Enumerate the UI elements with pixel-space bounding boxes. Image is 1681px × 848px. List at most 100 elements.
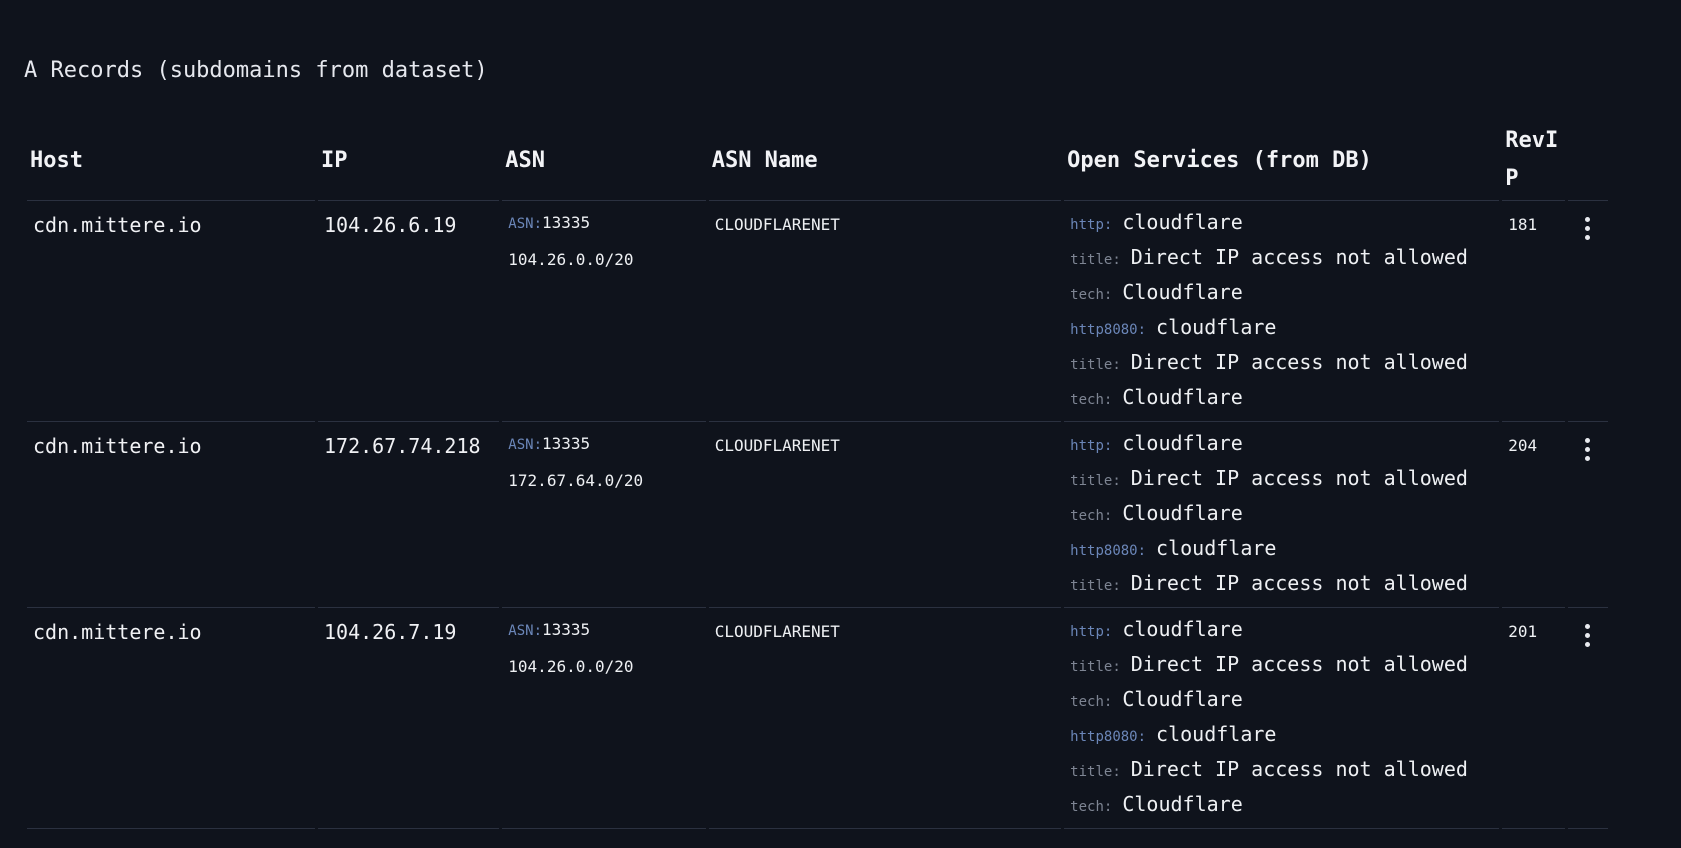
asn-name-cell: CLOUDFLARENET [708,201,1062,422]
actions-cell [1567,422,1608,608]
table-body: cdn.mittere.io 104.26.6.19 ASN:13335 104.26… [27,201,1608,829]
service-value: Cloudflare [1122,385,1243,409]
service-key: http: [1070,438,1113,454]
service-key: tech: [1070,799,1113,815]
service-value: cloudflare [1156,536,1277,560]
host-name[interactable]: cdn.mittere.io [33,213,202,237]
service-value: cloudflare [1156,722,1277,746]
service-key: title: [1070,659,1121,675]
kebab-dot [1585,633,1591,638]
services-list: http: cloudflare title: Direct IP access no… [1070,612,1493,822]
ip-address[interactable]: 172.67.74.218 [324,434,481,458]
asn-number: 13335 [542,213,591,232]
service-value: cloudflare [1122,431,1243,455]
revip-count: 204 [1508,436,1538,455]
service-value: Direct IP access not allowed [1130,466,1468,490]
service-entry: http: cloudflare [1070,205,1493,240]
asn-cidr: 104.26.0.0/20 [508,657,634,676]
service-key: title: [1070,473,1121,489]
column-header-ip[interactable]: IP [318,120,500,201]
actions-cell [1567,201,1608,422]
asn-cidr: 172.67.64.0/20 [508,471,644,490]
ip-cell: 172.67.74.218 [318,422,500,608]
service-value: cloudflare [1156,315,1277,339]
table-header-row: Host IP ASN ASN Name Open Services (from… [27,120,1608,201]
service-key: http: [1070,624,1113,640]
ip-address[interactable]: 104.26.7.19 [324,620,456,644]
asn-name: CLOUDFLARENET [714,622,840,641]
service-entry: title: Direct IP access not allowed [1070,461,1493,496]
host-cell: cdn.mittere.io [27,608,316,829]
column-header-asn-name[interactable]: ASN Name [708,120,1062,201]
service-key: http8080: [1070,729,1147,745]
asn-cell: ASN:13335 172.67.64.0/20 [502,422,706,608]
column-header-actions [1567,120,1608,201]
kebab-dot [1585,624,1591,629]
kebab-dot [1585,235,1591,240]
ip-address[interactable]: 104.26.6.19 [324,213,456,237]
revip-count: 201 [1508,622,1538,641]
service-entry: title: Direct IP access not allowed [1070,240,1493,275]
kebab-dot [1585,456,1591,461]
service-entry: title: Direct IP access not allowed [1070,647,1493,682]
column-header-asn[interactable]: ASN [502,120,706,201]
service-value: Direct IP access not allowed [1130,757,1468,781]
ip-cell: 104.26.6.19 [318,201,500,422]
more-vertical-icon[interactable] [1580,217,1596,240]
service-value: Cloudflare [1122,501,1243,525]
asn-line: ASN:13335 [508,426,699,463]
asn-name-cell: CLOUDFLARENET [708,422,1062,608]
column-header-host[interactable]: Host [27,120,316,201]
asn-line: ASN:13335 [508,205,699,242]
asn-label: ASN: [508,437,542,453]
service-entry: title: Direct IP access not allowed [1070,566,1493,601]
host-cell: cdn.mittere.io [27,422,316,608]
service-entry: tech: Cloudflare [1070,380,1493,415]
more-vertical-icon[interactable] [1580,438,1596,461]
service-value: cloudflare [1122,210,1243,234]
host-name[interactable]: cdn.mittere.io [33,434,202,458]
service-value: Cloudflare [1122,280,1243,304]
service-entry: title: Direct IP access not allowed [1070,345,1493,380]
service-value: Direct IP access not allowed [1130,652,1468,676]
kebab-dot [1585,226,1591,231]
revip-count: 181 [1508,215,1538,234]
service-key: tech: [1070,392,1113,408]
service-key: title: [1070,578,1121,594]
actions-cell [1567,608,1608,829]
column-header-open-services[interactable]: Open Services (from DB) [1064,120,1500,201]
service-key: title: [1070,357,1121,373]
asn-label: ASN: [508,216,542,232]
services-list: http: cloudflare title: Direct IP access no… [1070,205,1493,415]
service-key: tech: [1070,694,1113,710]
revip-cell: 201 [1502,608,1565,829]
host-name[interactable]: cdn.mittere.io [33,620,202,644]
service-entry: http8080: cloudflare [1070,310,1493,345]
kebab-dot [1585,438,1591,443]
column-header-revip[interactable]: RevIP [1502,120,1565,201]
asn-cell: ASN:13335 104.26.0.0/20 [502,201,706,422]
service-key: title: [1070,252,1121,268]
service-key: http8080: [1070,543,1147,559]
service-entry: http8080: cloudflare [1070,717,1493,752]
asn-name: CLOUDFLARENET [714,215,840,234]
service-value: Cloudflare [1122,687,1243,711]
services-list: http: cloudflare title: Direct IP access no… [1070,426,1493,601]
section-title: A Records (subdomains from dataset) [24,58,488,83]
service-value: cloudflare [1122,617,1243,641]
service-entry: http8080: cloudflare [1070,531,1493,566]
service-key: tech: [1070,508,1113,524]
revip-cell: 204 [1502,422,1565,608]
asn-cell: ASN:13335 104.26.0.0/20 [502,608,706,829]
more-vertical-icon[interactable] [1580,624,1596,647]
kebab-dot [1585,447,1591,452]
service-value: Direct IP access not allowed [1130,245,1468,269]
service-key: http: [1070,217,1113,233]
service-entry: tech: Cloudflare [1070,787,1493,822]
table-row: cdn.mittere.io 104.26.6.19 ASN:13335 104.26… [27,201,1608,422]
services-cell: http: cloudflare title: Direct IP access no… [1064,422,1500,608]
service-key: title: [1070,764,1121,780]
services-cell: http: cloudflare title: Direct IP access no… [1064,201,1500,422]
ip-cell: 104.26.7.19 [318,608,500,829]
service-value: Direct IP access not allowed [1130,350,1468,374]
